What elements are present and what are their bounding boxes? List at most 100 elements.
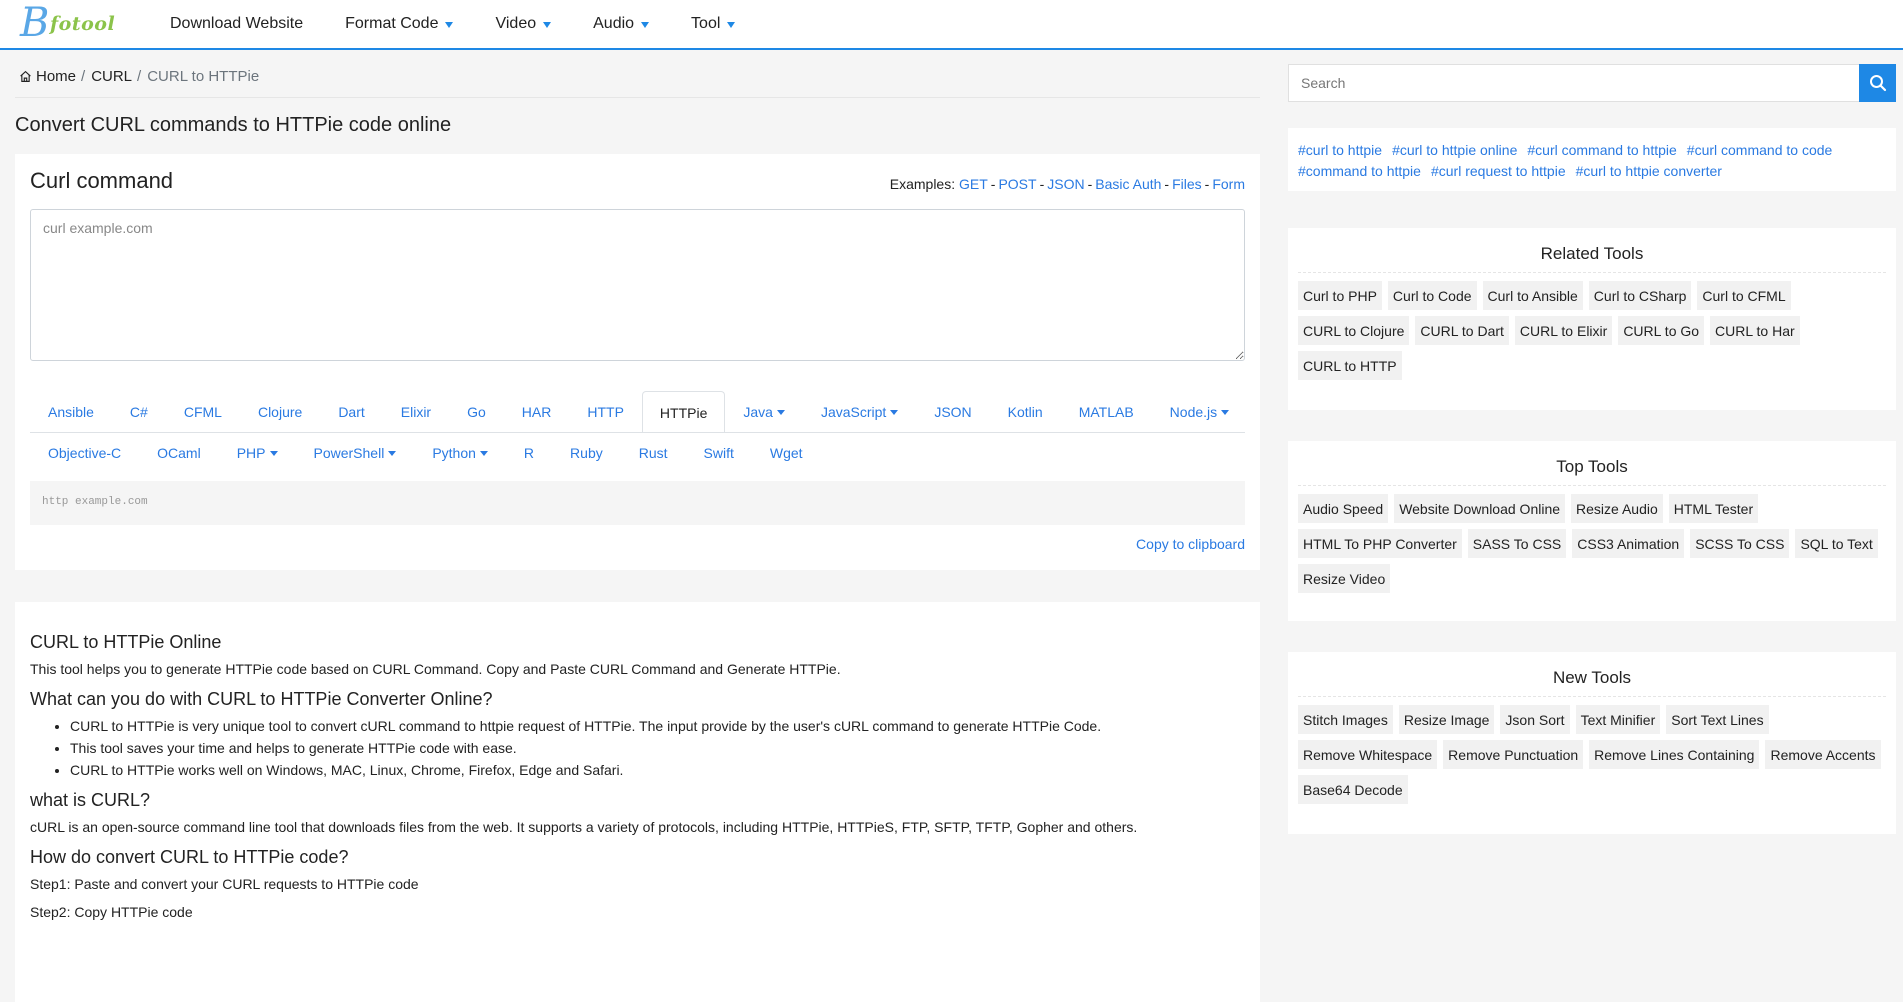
tool-chip-resize-video[interactable]: Resize Video <box>1298 564 1391 593</box>
tag-link[interactable]: #curl command to code <box>1687 142 1833 158</box>
tab-row: Ansible C# CFML Clojure Dart Elixir Go HAR HTTP H… <box>30 391 1247 433</box>
nav-download-website[interactable]: Download Website <box>170 15 303 33</box>
tool-chip-sort-text-lines[interactable]: Sort Text Lines <box>1666 705 1769 734</box>
breadcrumb-curl[interactable]: CURL <box>91 68 132 85</box>
tool-chip-curl-to-dart[interactable]: CURL to Dart <box>1415 316 1509 345</box>
tab-ansible[interactable]: Ansible <box>30 391 112 432</box>
tool-chip-website-download-online[interactable]: Website Download Online <box>1394 494 1566 523</box>
site-logo[interactable]: B fotool <box>20 1 128 45</box>
tool-chip-curl-to-csharp[interactable]: Curl to CSharp <box>1588 281 1692 310</box>
tag-link[interactable]: #curl command to httpie <box>1527 142 1676 158</box>
new-tools-card: New Tools Stitch Images Resize Image Json … <box>1288 652 1896 834</box>
tab-ocaml[interactable]: OCaml <box>139 432 219 473</box>
tab-objective-c[interactable]: Objective-C <box>30 432 139 473</box>
tool-chip-curl-to-php[interactable]: Curl to PHP <box>1298 281 1382 310</box>
tab-python[interactable]: Python <box>414 432 506 473</box>
tool-chip-remove-accents[interactable]: Remove Accents <box>1765 740 1881 769</box>
nav-label: Format Code <box>345 15 439 32</box>
tab-javascript[interactable]: JavaScript <box>803 391 916 432</box>
nav-label: Download Website <box>170 15 304 32</box>
example-form[interactable]: Form <box>1212 176 1245 192</box>
tab-label: Ansible <box>48 404 94 420</box>
tab-swift[interactable]: Swift <box>686 432 752 473</box>
tool-chip-scss-to-css[interactable]: SCSS To CSS <box>1690 529 1790 558</box>
tab-rust[interactable]: Rust <box>621 432 686 473</box>
page-title: Convert CURL commands to HTTPie code onl… <box>15 114 452 136</box>
tag-link[interactable]: #curl request to httpie <box>1431 163 1566 179</box>
caret-down-icon <box>388 450 397 456</box>
tab-elixir[interactable]: Elixir <box>383 391 449 432</box>
tag-link[interactable]: #curl to httpie converter <box>1576 163 1722 179</box>
tool-chip-curl-to-har[interactable]: CURL to Har <box>1710 316 1800 345</box>
nav-format-code[interactable]: Format Code <box>345 15 454 33</box>
tab-cfml[interactable]: CFML <box>166 391 240 432</box>
tab-matlab[interactable]: MATLAB <box>1061 391 1152 432</box>
caret-down-icon <box>641 21 650 28</box>
info-heading-online: CURL to HTTPie Online <box>30 632 222 652</box>
tool-chip-resize-image[interactable]: Resize Image <box>1398 705 1495 734</box>
example-separator: - <box>1087 176 1093 192</box>
example-files[interactable]: Files <box>1172 176 1202 192</box>
curl-command-input[interactable] <box>30 209 1245 361</box>
copy-to-clipboard-link[interactable]: Copy to clipboard <box>1136 536 1245 552</box>
tool-chip-css3-animation[interactable]: CSS3 Animation <box>1572 529 1685 558</box>
tag-link[interactable]: #curl to httpie <box>1298 142 1382 158</box>
tab-wget[interactable]: Wget <box>752 432 821 473</box>
tool-chip-curl-to-elixir[interactable]: CURL to Elixir <box>1514 316 1613 345</box>
tool-chip-stitch-images[interactable]: Stitch Images <box>1298 705 1393 734</box>
tool-chip-html-to-php-converter[interactable]: HTML To PHP Converter <box>1298 529 1462 558</box>
info-heading-what-is-curl: what is CURL? <box>30 790 151 810</box>
tab-node-js[interactable]: Node.js <box>1152 391 1247 432</box>
example-get[interactable]: GET <box>959 176 988 192</box>
tab-json[interactable]: JSON <box>916 391 989 432</box>
tool-chip-curl-to-code[interactable]: Curl to Code <box>1387 281 1477 310</box>
tab-http[interactable]: HTTP <box>569 391 642 432</box>
tab-clojure[interactable]: Clojure <box>240 391 320 432</box>
tab-label: Go <box>467 404 486 420</box>
nav-tool[interactable]: Tool <box>691 15 736 33</box>
example-basic-auth[interactable]: Basic Auth <box>1095 176 1161 192</box>
tool-chip-base64-decode[interactable]: Base64 Decode <box>1298 775 1408 804</box>
breadcrumb-home[interactable]: Home <box>36 68 76 85</box>
tab-label: HTTP <box>587 404 624 420</box>
tab-java[interactable]: Java <box>725 391 803 432</box>
tool-chip-curl-to-http[interactable]: CURL to HTTP <box>1298 351 1402 380</box>
example-json[interactable]: JSON <box>1047 176 1084 192</box>
tab-php[interactable]: PHP <box>219 432 296 473</box>
tab-r[interactable]: R <box>506 432 552 473</box>
search-button[interactable] <box>1859 64 1896 102</box>
tool-chip-audio-speed[interactable]: Audio Speed <box>1298 494 1389 523</box>
httpie-output[interactable]: http example.com <box>30 481 1245 525</box>
tab-dart[interactable]: Dart <box>320 391 382 432</box>
tool-chip-sass-to-css[interactable]: SASS To CSS <box>1467 529 1567 558</box>
tool-chip-remove-lines-containing[interactable]: Remove Lines Containing <box>1589 740 1760 769</box>
tool-chip-remove-whitespace[interactable]: Remove Whitespace <box>1298 740 1438 769</box>
tool-chip-curl-to-clojure[interactable]: CURL to Clojure <box>1298 316 1410 345</box>
tab-powershell[interactable]: PowerShell <box>296 432 415 473</box>
nav-video[interactable]: Video <box>495 15 552 33</box>
tab-ruby[interactable]: Ruby <box>552 432 621 473</box>
tag-link[interactable]: #command to httpie <box>1298 163 1421 179</box>
tool-chip-sql-to-text[interactable]: SQL to Text <box>1795 529 1878 558</box>
tab-label: Elixir <box>400 404 432 420</box>
tool-chip-curl-to-go[interactable]: CURL to Go <box>1618 316 1705 345</box>
tool-chip-curl-to-cfml[interactable]: Curl to CFML <box>1697 281 1791 310</box>
tab-label: Rust <box>638 445 668 461</box>
example-post[interactable]: POST <box>998 176 1036 192</box>
tool-chip-resize-audio[interactable]: Resize Audio <box>1571 494 1663 523</box>
nav-audio[interactable]: Audio <box>593 15 650 33</box>
tab-httpie[interactable]: HTTPie <box>641 391 726 433</box>
tab-label: PHP <box>236 445 266 461</box>
tool-chip-html-tester[interactable]: HTML Tester <box>1668 494 1759 523</box>
tool-chip-json-sort[interactable]: Json Sort <box>1500 705 1570 734</box>
tab-go[interactable]: Go <box>449 391 504 432</box>
tool-chip-text-minifier[interactable]: Text Minifier <box>1575 705 1661 734</box>
tag-link[interactable]: #curl to httpie online <box>1392 142 1517 158</box>
related-tools-list: Curl to PHP Curl to Code Curl to Ansible Cu… <box>1298 281 1886 380</box>
tab-kotlin[interactable]: Kotlin <box>990 391 1061 432</box>
search-input[interactable] <box>1288 64 1859 102</box>
tool-chip-remove-punctuation[interactable]: Remove Punctuation <box>1443 740 1584 769</box>
tab-har[interactable]: HAR <box>504 391 570 432</box>
tool-chip-curl-to-ansible[interactable]: Curl to Ansible <box>1482 281 1583 310</box>
tab-c[interactable]: C# <box>112 391 166 432</box>
